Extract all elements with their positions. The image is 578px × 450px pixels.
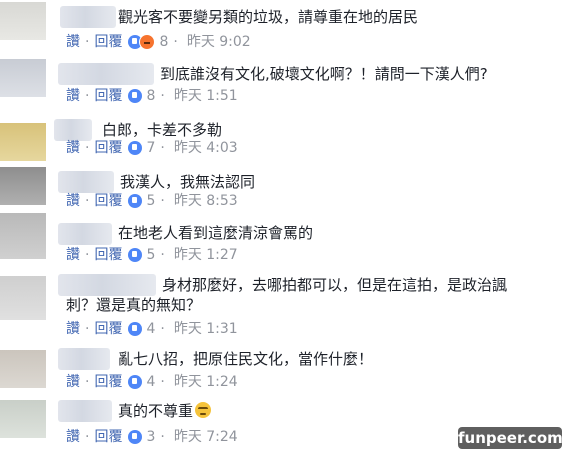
comment-actions: 讚 · 回覆 4 · 昨天 1:24 — [66, 373, 238, 391]
reaction-count[interactable]: 7 — [146, 139, 155, 157]
like-link[interactable]: 讚 — [66, 192, 80, 210]
like-link[interactable]: 讚 — [66, 246, 80, 264]
comment-text: 我漢人，我無法認同 — [120, 173, 256, 191]
separator: · — [160, 374, 165, 390]
avatar[interactable] — [0, 167, 46, 205]
avatar[interactable] — [0, 2, 46, 40]
commenter-name[interactable] — [60, 6, 116, 28]
comment-actions: 讚 · 回覆 5 · 昨天 1:27 — [66, 246, 238, 264]
avatar[interactable] — [0, 123, 46, 161]
separator: · — [85, 247, 90, 263]
reply-link[interactable]: 回覆 — [94, 33, 122, 51]
like-link[interactable]: 讚 — [66, 373, 80, 391]
commenter-name[interactable] — [58, 400, 112, 422]
reply-link[interactable]: 回覆 — [94, 373, 122, 391]
avatar[interactable] — [0, 276, 46, 320]
comment-actions: 讚 · 回覆 4 · 昨天 1:31 — [66, 320, 238, 338]
timestamp[interactable]: 昨天 1:27 — [174, 246, 238, 264]
avatar[interactable] — [0, 350, 46, 388]
separator: · — [85, 34, 90, 50]
comment-actions: 讚 · 回覆 8 · 昨天 9:02 — [66, 33, 251, 51]
separator: · — [85, 88, 90, 104]
separator: · — [160, 247, 165, 263]
separator: · — [160, 321, 165, 337]
commenter-name[interactable] — [58, 348, 110, 370]
separator: · — [160, 429, 165, 445]
timestamp[interactable]: 昨天 1:51 — [174, 87, 238, 105]
comment-text-line1: 身材那麼好，去哪拍都可以，但是在這拍，是政治諷 — [162, 276, 508, 294]
like-link[interactable]: 讚 — [66, 428, 80, 446]
like-reaction-icon[interactable] — [128, 248, 143, 262]
separator: · — [85, 321, 90, 337]
reaction-count[interactable]: 3 — [146, 428, 155, 446]
reply-link[interactable]: 回覆 — [94, 320, 122, 338]
reaction-count[interactable]: 4 — [146, 320, 155, 338]
separator: · — [160, 88, 165, 104]
timestamp[interactable]: 昨天 4:03 — [174, 139, 238, 157]
like-link[interactable]: 讚 — [66, 87, 80, 105]
comment-text: 真的不尊重 — [118, 399, 212, 423]
like-link[interactable]: 讚 — [66, 139, 80, 157]
comment-text: 觀光客不要變另類的垃圾，請尊重在地的居民 — [118, 8, 419, 26]
comment-actions: 讚 · 回覆 7 · 昨天 4:03 — [66, 139, 238, 157]
reply-link[interactable]: 回覆 — [94, 428, 122, 446]
like-reaction-icon[interactable] — [128, 141, 143, 155]
separator: · — [85, 140, 90, 156]
like-reaction-icon[interactable] — [128, 194, 143, 208]
reply-link[interactable]: 回覆 — [94, 246, 122, 264]
like-reaction-icon[interactable] — [128, 430, 143, 444]
reaction-count[interactable]: 8 — [146, 87, 155, 105]
like-link[interactable]: 讚 — [66, 320, 80, 338]
reaction-count[interactable]: 4 — [146, 373, 155, 391]
timestamp[interactable]: 昨天 9:02 — [187, 33, 251, 51]
commenter-name[interactable] — [54, 119, 92, 141]
commenter-name[interactable] — [58, 171, 114, 193]
separator: · — [160, 193, 165, 209]
reaction-count[interactable]: 5 — [146, 192, 155, 210]
separator: · — [85, 429, 90, 445]
timestamp[interactable]: 昨天 8:53 — [174, 192, 238, 210]
timestamp[interactable]: 昨天 1:31 — [174, 320, 238, 338]
angry-reaction-icon[interactable] — [139, 34, 156, 50]
avatar[interactable] — [0, 213, 46, 259]
separator: · — [85, 193, 90, 209]
separator: · — [160, 140, 165, 156]
commenter-name[interactable] — [58, 223, 112, 245]
reaction-count[interactable]: 5 — [146, 246, 155, 264]
like-reaction-icon[interactable] — [128, 89, 143, 103]
avatar[interactable] — [0, 59, 46, 97]
like-link[interactable]: 讚 — [66, 33, 80, 51]
watermark: funpeer.com — [458, 427, 563, 449]
comment-text: 到底誰沒有文化,破壞文化啊？！請問一下漢人們? — [160, 65, 488, 83]
commenter-name[interactable] — [58, 63, 154, 85]
comment-actions: 讚 · 回覆 3 · 昨天 7:24 — [66, 428, 238, 446]
comment-text: 亂七八招，把原住民文化，當作什麼！ — [118, 350, 374, 368]
comment-text: 在地老人看到這麼清涼會罵的 — [118, 224, 314, 242]
comment-actions: 讚 · 回覆 5 · 昨天 8:53 — [66, 192, 238, 210]
comment-text-content: 真的不尊重 — [118, 402, 194, 420]
like-reaction-icon[interactable] — [128, 322, 143, 336]
reply-link[interactable]: 回覆 — [94, 139, 122, 157]
avatar[interactable] — [0, 400, 46, 438]
reply-link[interactable]: 回覆 — [94, 192, 122, 210]
like-reaction-icon[interactable] — [128, 375, 143, 389]
comment-actions: 讚 · 回覆 8 · 昨天 1:51 — [66, 87, 238, 105]
timestamp[interactable]: 昨天 1:24 — [174, 373, 238, 391]
reply-link[interactable]: 回覆 — [94, 87, 122, 105]
comment-text-line2: 刺？還是真的無知？ — [66, 296, 202, 314]
separator: · — [85, 374, 90, 390]
timestamp[interactable]: 昨天 7:24 — [174, 428, 238, 446]
sad-face-emoji-icon — [195, 402, 212, 418]
reaction-count[interactable]: 8 — [159, 33, 168, 51]
separator: · — [173, 34, 178, 50]
